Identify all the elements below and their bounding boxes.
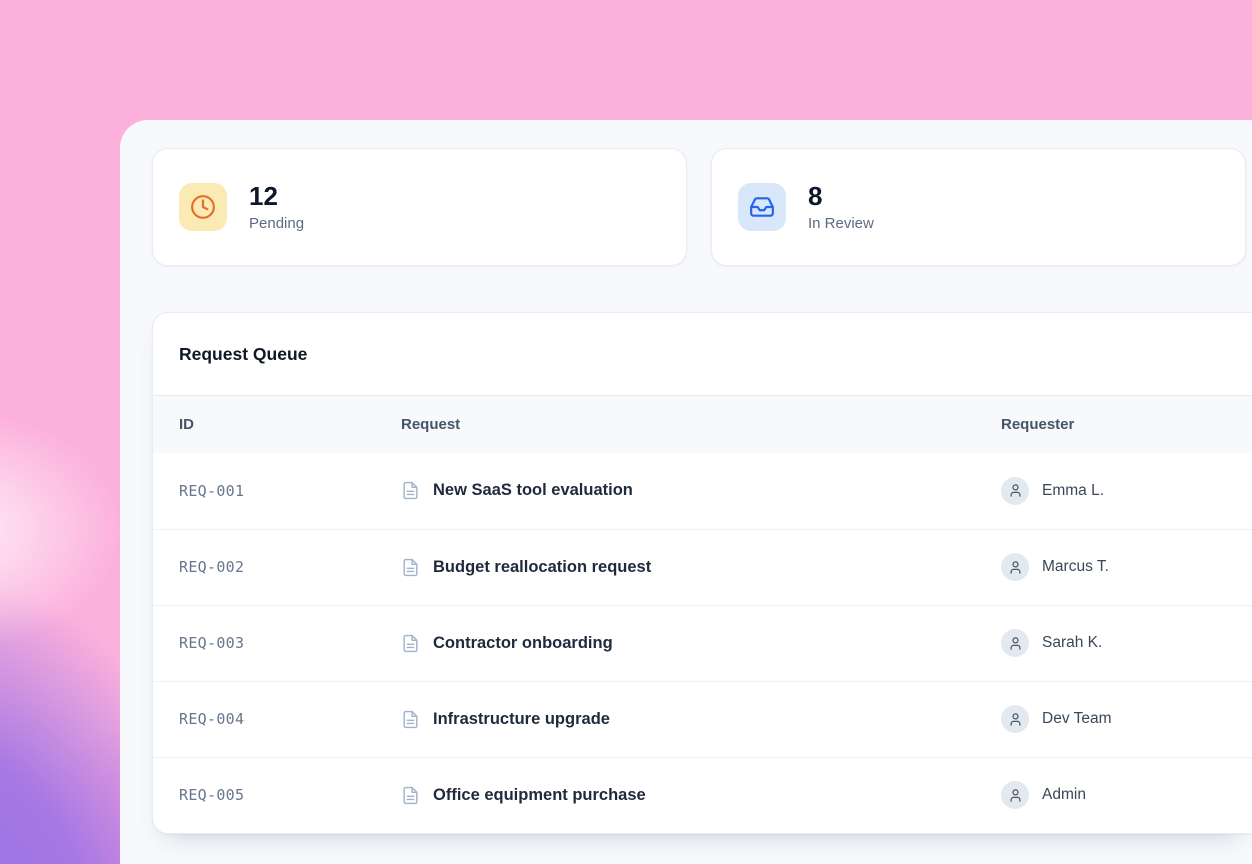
requester-name: Sarah K.: [1042, 634, 1102, 652]
main-panel: 12 Pending 8 In Review Request Queue: [120, 120, 1252, 864]
inbox-icon: [738, 183, 786, 231]
request-id: REQ-005: [153, 757, 401, 833]
table-row[interactable]: REQ-001 New SaaS tool: [153, 453, 1252, 529]
avatar: [1001, 477, 1029, 505]
stat-text: 8 In Review: [808, 182, 874, 232]
request-id: REQ-001: [153, 453, 401, 529]
file-text-icon: [401, 634, 420, 653]
request-id: REQ-003: [153, 605, 401, 681]
request-title: Budget reallocation request: [433, 558, 651, 577]
column-header-requester: Requester: [1001, 396, 1252, 453]
stat-value-pending: 12: [249, 182, 304, 211]
stat-text: 12 Pending: [249, 182, 304, 232]
requester-name: Dev Team: [1042, 710, 1112, 728]
stat-label-pending: Pending: [249, 215, 304, 232]
requester-name: Emma L.: [1042, 482, 1104, 500]
table-row[interactable]: REQ-005 Office equipm: [153, 757, 1252, 833]
request-table: ID Request Requester REQ-001: [153, 396, 1252, 833]
file-text-icon: [401, 558, 420, 577]
request-id: REQ-002: [153, 529, 401, 605]
table-row[interactable]: REQ-003 Contractor on: [153, 605, 1252, 681]
clock-icon: [179, 183, 227, 231]
file-text-icon: [401, 710, 420, 729]
avatar: [1001, 553, 1029, 581]
avatar: [1001, 705, 1029, 733]
stats-row: 12 Pending 8 In Review: [152, 148, 1246, 266]
page-title: Request Queue: [179, 344, 1226, 364]
request-id: REQ-004: [153, 681, 401, 757]
stat-label-in-review: In Review: [808, 215, 874, 232]
request-title: New SaaS tool evaluation: [433, 481, 633, 500]
stat-value-in-review: 8: [808, 182, 874, 211]
stat-card-pending: 12 Pending: [152, 148, 687, 266]
avatar: [1001, 629, 1029, 657]
table-row[interactable]: REQ-002 Budget reallo: [153, 529, 1252, 605]
card-header: Request Queue: [153, 313, 1252, 396]
table-header-row: ID Request Requester: [153, 396, 1252, 453]
request-title: Infrastructure upgrade: [433, 710, 610, 729]
stat-card-in-review: 8 In Review: [711, 148, 1246, 266]
requester-name: Marcus T.: [1042, 558, 1109, 576]
column-header-request: Request: [401, 396, 1001, 453]
requester-name: Admin: [1042, 786, 1086, 804]
table-row[interactable]: REQ-004 Infrastructur: [153, 681, 1252, 757]
file-text-icon: [401, 786, 420, 805]
avatar: [1001, 781, 1029, 809]
column-header-id: ID: [153, 396, 401, 453]
request-queue-card: Request Queue ID Request Requester REQ-0…: [152, 312, 1252, 834]
request-title: Contractor onboarding: [433, 634, 613, 653]
file-text-icon: [401, 481, 420, 500]
request-title: Office equipment purchase: [433, 786, 646, 805]
